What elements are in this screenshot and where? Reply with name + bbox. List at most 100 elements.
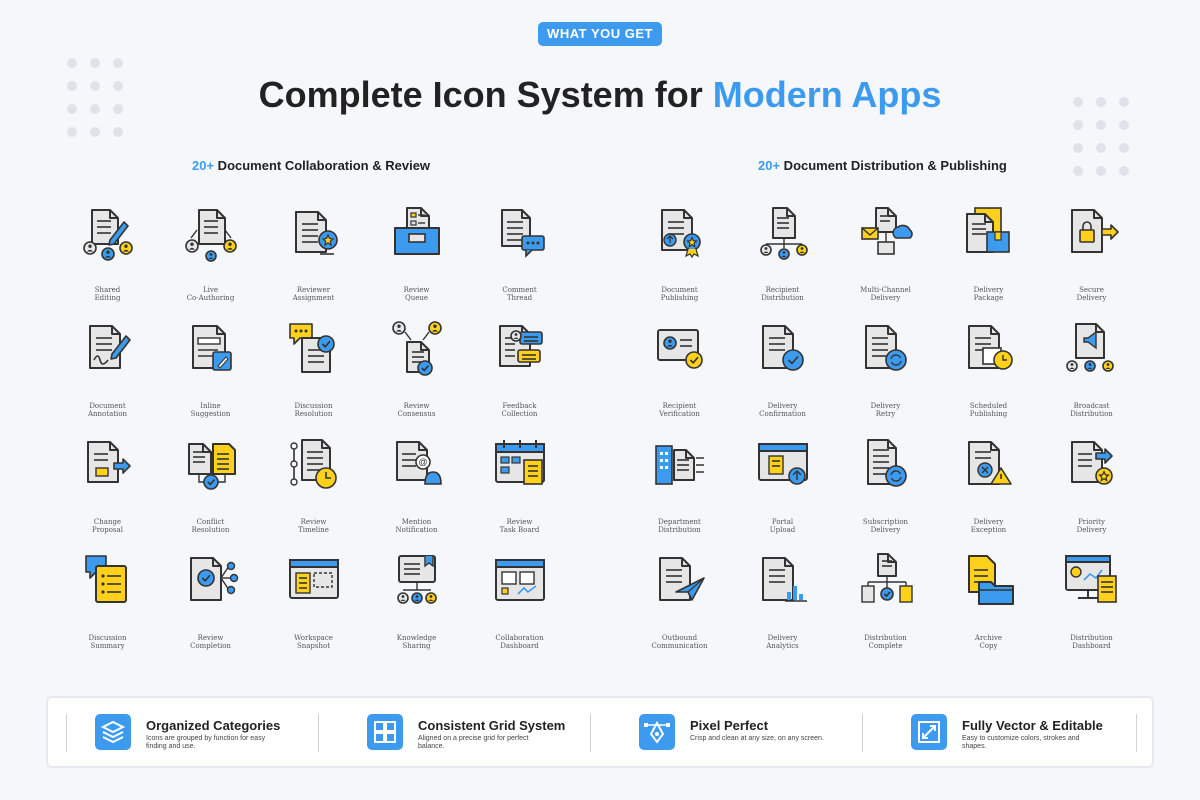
icon-card: Change Proposal (56, 432, 159, 548)
right-section-heading: 20+ Document Distribution & Publishing (758, 158, 1007, 173)
feature-description: Easy to customize colors, strokes and sh… (962, 735, 1080, 750)
icon-card: Document Annotation (56, 316, 159, 432)
grid-icon (367, 714, 403, 750)
icon-card: Knowledge Sharing (365, 548, 468, 664)
icon-card: Broadcast Distribution (1040, 316, 1143, 432)
secure-delivery-icon (1060, 200, 1124, 264)
icon-label: Review Completion (190, 634, 231, 650)
icon-label: Review Queue (403, 286, 430, 302)
icon-label: Delivery Package (973, 286, 1004, 302)
review-timeline-icon (282, 432, 346, 496)
icon-card: Portal Upload (731, 432, 834, 548)
icon-label: Delivery Retry (870, 402, 901, 418)
icon-card: Multi-Channel Delivery (834, 200, 937, 316)
outbound-communication-icon (648, 548, 712, 612)
icon-card: Delivery Confirmation (731, 316, 834, 432)
subscription-delivery-icon (854, 432, 918, 496)
left-section-count: 20+ (192, 158, 215, 173)
delivery-exception-icon (957, 432, 1021, 496)
knowledge-sharing-icon (385, 548, 449, 612)
icon-card: Recipient Verification (628, 316, 731, 432)
comment-thread-icon (488, 200, 552, 264)
divider (66, 714, 67, 752)
icon-card: Delivery Exception (937, 432, 1040, 548)
icon-card: Priority Delivery (1040, 432, 1143, 548)
feature-title: Pixel Perfect (690, 718, 769, 733)
icon-card: Outbound Communication (628, 548, 731, 664)
icon-label: Recipient Distribution (761, 286, 804, 302)
delivery-retry-icon (854, 316, 918, 380)
page-title: Complete Icon System for Modern Apps (0, 74, 1200, 116)
icon-label: Live Co-Authoring (186, 286, 235, 302)
priority-delivery-icon (1060, 432, 1124, 496)
icon-card: Secure Delivery (1040, 200, 1143, 316)
review-completion-icon (179, 548, 243, 612)
icon-label: Comment Thread (502, 286, 537, 302)
icon-label: Change Proposal (92, 518, 123, 534)
icon-card: Conflict Resolution (159, 432, 262, 548)
live-co-authoring-icon (179, 200, 243, 264)
broadcast-distribution-icon (1060, 316, 1124, 380)
archive-copy-icon (957, 548, 1021, 612)
icon-card: @ Mention Notification (365, 432, 468, 548)
icon-card: Recipient Distribution (731, 200, 834, 316)
icon-label: Review Timeline (298, 518, 329, 534)
icon-card: Live Co-Authoring (159, 200, 262, 316)
document-publishing-icon (648, 200, 712, 264)
feature-title: Fully Vector & Editable (962, 718, 1103, 733)
icon-card: Distribution Complete (834, 548, 937, 664)
review-queue-icon (385, 200, 449, 264)
document-annotation-icon (76, 316, 140, 380)
icon-label: Delivery Exception (970, 518, 1007, 534)
recipient-verification-icon (648, 316, 712, 380)
inline-suggestion-icon (179, 316, 243, 380)
feature-description: Aligned on a precise grid for perfect ba… (418, 735, 529, 750)
right-section-title: Document Distribution & Publishing (780, 158, 1007, 173)
feature-title: Organized Categories (146, 718, 281, 733)
resize-icon (911, 714, 947, 750)
delivery-package-icon (957, 200, 1021, 264)
icon-label: Delivery Analytics (766, 634, 799, 650)
icon-label: Delivery Confirmation (759, 402, 806, 418)
mention-notification-icon: @ (385, 432, 449, 496)
conflict-resolution-icon (179, 432, 243, 496)
icon-label: Scheduled Publishing (969, 402, 1008, 418)
icon-label: Department Distribution (658, 518, 701, 534)
distribution-complete-icon (854, 548, 918, 612)
left-section-heading: 20+ Document Collaboration & Review (192, 158, 430, 173)
divider (1136, 714, 1137, 752)
portal-upload-icon (751, 432, 815, 496)
pen-tool-icon (639, 714, 675, 750)
icon-card: Review Queue (365, 200, 468, 316)
right-icon-grid: Document Publishing Recipient Distributio… (628, 200, 1143, 664)
divider (318, 714, 319, 752)
feature-pixel-perfect: Pixel Perfect Crisp and clean at any siz… (592, 698, 864, 766)
icon-label: Conflict Resolution (191, 518, 230, 534)
icon-label: Outbound Communication (651, 634, 708, 650)
icon-card: Discussion Resolution (262, 316, 365, 432)
scheduled-publishing-icon (957, 316, 1021, 380)
icon-label: Portal Upload (769, 518, 796, 534)
icon-label: Shared Editing (94, 286, 121, 302)
icon-card: Comment Thread (468, 200, 571, 316)
review-task-board-icon (488, 432, 552, 496)
icon-card: Discussion Summary (56, 548, 159, 664)
left-section-title: Document Collaboration & Review (214, 158, 431, 173)
icon-label: Distribution Dashboard (1070, 634, 1113, 650)
feedback-collection-icon (488, 316, 552, 380)
icon-card: Document Publishing (628, 200, 731, 316)
feature-consistent-grid: Consistent Grid System Aligned on a prec… (320, 698, 592, 766)
discussion-summary-icon (76, 548, 140, 612)
icon-label: Priority Delivery (1076, 518, 1107, 534)
icon-label: Secure Delivery (1076, 286, 1107, 302)
left-icon-grid: Shared Editing Live Co-Authoring Reviewer … (56, 200, 571, 664)
features-panel: Organized Categories Icons are grouped b… (46, 696, 1154, 768)
decorative-dots-right (1073, 97, 1129, 176)
icon-card: Review Task Board (468, 432, 571, 548)
icon-label: Collaboration Dashboard (495, 634, 544, 650)
delivery-confirmation-icon (751, 316, 815, 380)
review-consensus-icon (385, 316, 449, 380)
icon-label: Broadcast Distribution (1070, 402, 1113, 418)
change-proposal-icon (76, 432, 140, 496)
divider (590, 714, 591, 752)
